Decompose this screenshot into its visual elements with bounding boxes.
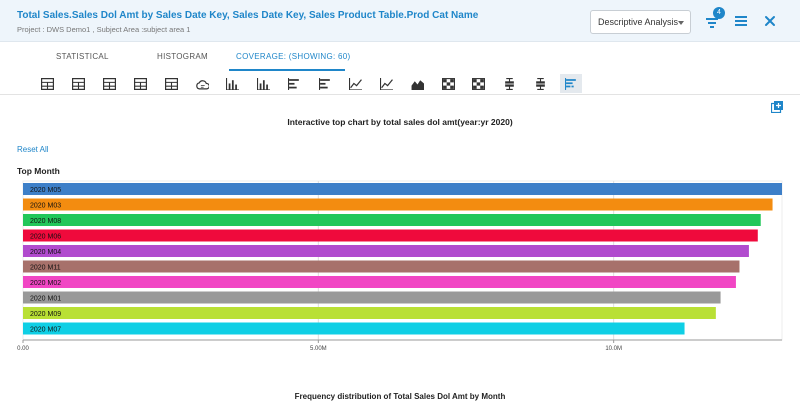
table-icon — [134, 78, 147, 90]
tab-coverage[interactable]: COVERAGE: (SHOWING: 60) — [236, 52, 350, 61]
chart-type-button-7[interactable] — [221, 74, 243, 93]
area-chart-icon — [411, 80, 424, 90]
chart-type-button-1[interactable] — [36, 74, 58, 93]
chart-type-button-17[interactable] — [529, 74, 551, 93]
line-chart-icon — [380, 78, 393, 90]
bar-chart-icon — [226, 78, 239, 90]
chart-type-button-10[interactable] — [314, 74, 336, 93]
chart-type-button-5[interactable] — [160, 74, 182, 93]
frequency-distribution-title: Frequency distribution of Total Sales Do… — [294, 392, 506, 401]
bar-2020-m03[interactable] — [23, 198, 773, 211]
report-header: Total Sales.Sales Dol Amt by Sales Date … — [0, 0, 800, 42]
chevron-down-icon — [678, 21, 684, 25]
chart-type-button-6[interactable] — [191, 74, 213, 93]
analysis-type-value: Descriptive Analysis — [598, 17, 679, 27]
x-tick-label: 5.00M — [310, 346, 327, 352]
chart-type-button-9[interactable] — [283, 74, 305, 93]
bar-2020-m02[interactable] — [23, 276, 736, 288]
top-month-bar-chart: 2020 M05 2020 M03 2020 M08 2020 M06 2020 M04… — [17, 180, 783, 352]
bar-2020-m11[interactable] — [23, 260, 740, 273]
filter-count-badge: 4 — [713, 7, 725, 19]
chart-type-button-11[interactable] — [344, 74, 366, 93]
cloud-icon — [196, 80, 209, 90]
list-menu-icon — [735, 16, 747, 26]
chart-type-button-15[interactable] — [467, 74, 489, 93]
box-plot-icon — [536, 78, 545, 90]
bar-label: 2020 M07 — [30, 326, 61, 333]
project-subtitle: Project : DWS Demo1 , Subject Area :subj… — [17, 25, 191, 34]
chart-type-button-4[interactable] — [129, 74, 151, 93]
tab-statistical[interactable]: STATISTICAL — [56, 52, 109, 61]
bar-label: 2020 M08 — [30, 218, 61, 225]
bar-2020-m06[interactable] — [23, 229, 758, 242]
bar-2020-m05[interactable] — [23, 183, 782, 195]
top-chart-icon — [565, 78, 576, 90]
x-tick-label: 0.00 — [17, 346, 29, 352]
heatmap-icon — [472, 78, 485, 90]
bar-2020-m08[interactable] — [23, 214, 761, 226]
bar-label: 2020 M09 — [30, 311, 61, 318]
box-plot-icon — [505, 78, 514, 90]
bar-label: 2020 M01 — [30, 295, 61, 302]
table-icon — [72, 78, 85, 90]
table-icon — [41, 78, 54, 90]
bar-label: 2020 M04 — [30, 249, 61, 256]
bar-label: 2020 M05 — [30, 187, 61, 194]
reset-all-link[interactable]: Reset All — [17, 145, 49, 154]
bar-label: 2020 M06 — [30, 233, 61, 240]
chart-type-toolbar — [0, 71, 800, 95]
line-chart-icon — [349, 78, 362, 90]
export-chart-icon[interactable] — [771, 101, 783, 113]
chart-type-button-12[interactable] — [375, 74, 397, 93]
chart-type-button-16[interactable] — [498, 74, 520, 93]
table-icon — [103, 78, 116, 90]
bar-2020-m07[interactable] — [23, 322, 685, 335]
chart-type-button-14[interactable] — [437, 74, 459, 93]
bar-chart-icon — [257, 78, 270, 90]
close-icon — [765, 16, 775, 26]
analysis-type-select[interactable]: Descriptive Analysis — [590, 10, 691, 34]
bar-2020-m09[interactable] — [23, 307, 716, 319]
heatmap-icon — [442, 78, 455, 90]
bar-2020-m04[interactable] — [23, 245, 749, 257]
bar-label: 2020 M03 — [30, 202, 61, 209]
bar-2020-m01[interactable] — [23, 291, 721, 304]
chart-type-button-18[interactable] — [560, 74, 582, 93]
chart-type-button-2[interactable] — [67, 74, 89, 93]
menu-button[interactable] — [732, 12, 750, 30]
horizontal-bar-icon — [288, 78, 299, 90]
table-icon — [165, 78, 178, 90]
report-title: Total Sales.Sales Dol Amt by Sales Date … — [17, 10, 479, 21]
chart-title: Interactive top chart by total sales dol… — [287, 117, 513, 127]
top-month-label: Top Month — [17, 166, 60, 176]
chart-type-button-8[interactable] — [252, 74, 274, 93]
x-tick-label: 10.0M — [605, 346, 622, 352]
close-button[interactable] — [761, 12, 779, 30]
horizontal-bar-icon — [319, 78, 330, 90]
tab-histogram[interactable]: HISTOGRAM — [157, 52, 208, 61]
chart-type-button-3[interactable] — [98, 74, 120, 93]
view-tabs: STATISTICAL HISTOGRAM COVERAGE: (SHOWING… — [0, 42, 800, 71]
bar-label: 2020 M02 — [30, 280, 61, 287]
bar-label: 2020 M11 — [30, 264, 61, 271]
chart-type-button-13[interactable] — [406, 74, 428, 93]
